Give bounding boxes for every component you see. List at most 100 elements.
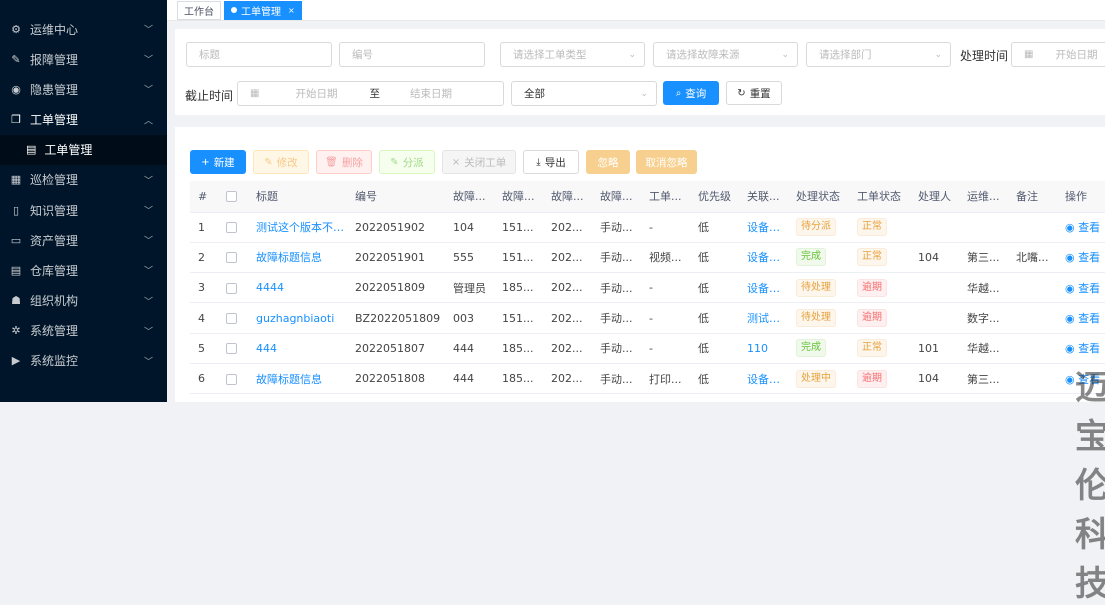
table-row[interactable]: 6 故障标题信息 2022051808 444 185... 202... 手动... 打印.… bbox=[190, 363, 1105, 395]
ops-cell: 华越... bbox=[959, 333, 1008, 364]
related-cell[interactable]: 设备名称1 bbox=[739, 242, 788, 274]
handle-time-label: 处理时间 bbox=[960, 49, 1009, 63]
sidebar-item-8[interactable]: ☗ 组织机构 ﹀ bbox=[0, 286, 167, 316]
sidebar-item-7[interactable]: ▤ 仓库管理 ﹀ bbox=[0, 255, 167, 285]
row-checkbox[interactable] bbox=[226, 222, 237, 234]
title-input[interactable]: 标题 bbox=[186, 42, 332, 67]
select-all-checkbox[interactable] bbox=[226, 191, 237, 203]
table-row[interactable]: 4 guzhagnbiaoti BZ2022051809 003 151... 202..… bbox=[190, 302, 1105, 334]
status-badge: 完成 bbox=[796, 339, 826, 358]
type-select[interactable]: 请选择工单类型 ⌄ bbox=[500, 42, 645, 67]
eye-icon: ◉ bbox=[1065, 221, 1079, 235]
handler-cell bbox=[910, 272, 959, 304]
tab-work-order[interactable]: 工单管理 × bbox=[224, 0, 302, 20]
delete-button[interactable]: 🗑 删除 bbox=[316, 150, 372, 174]
related-cell[interactable]: 测试公司... bbox=[739, 302, 788, 334]
calendar-icon: ▦ bbox=[10, 173, 22, 187]
row-checkbox[interactable] bbox=[226, 282, 237, 294]
sidebar-item-1[interactable]: ✎ 报障管理 ﹀ bbox=[0, 44, 167, 74]
edit-button[interactable]: ✎ 修改 bbox=[253, 150, 309, 174]
gear-icon: ⚙ bbox=[11, 22, 21, 36]
dept-select[interactable]: 请选择部门 ⌄ bbox=[806, 42, 951, 67]
handle-status-cell: 待处理 bbox=[788, 302, 849, 334]
table-row[interactable]: 5 444 2022051807 444 185... 202... 手动... - 低 110 完… bbox=[190, 333, 1105, 364]
close-icon[interactable]: × bbox=[288, 6, 295, 15]
eye-icon: ◉ bbox=[1065, 281, 1079, 295]
close-order-button[interactable]: × 关闭工单 bbox=[442, 150, 516, 174]
row-checkbox[interactable] bbox=[226, 343, 237, 355]
assign-button[interactable]: ✎ 分派 bbox=[379, 150, 435, 174]
action-cell: ◉ 查看 bbox=[1057, 333, 1105, 364]
row-checkbox[interactable] bbox=[226, 313, 237, 325]
fault-cell: 202... bbox=[543, 302, 592, 334]
column-header: 操作 bbox=[1057, 181, 1105, 213]
view-button[interactable]: ◉ 查看 bbox=[1065, 221, 1100, 234]
chevron-up-icon: ︿ bbox=[143, 116, 153, 127]
chevron-down-icon: ﹀ bbox=[143, 55, 153, 66]
title-cell[interactable]: guzhagnbiaoti bbox=[248, 302, 347, 334]
fault-cell: 手动... bbox=[592, 242, 641, 274]
title-cell[interactable]: 444 bbox=[248, 333, 347, 364]
sidebar-subitem-work-order[interactable]: ▤ 工单管理 bbox=[0, 134, 167, 165]
title-cell[interactable]: 故障标题信息 bbox=[248, 363, 347, 395]
edit-icon: ✎ bbox=[264, 156, 273, 168]
query-button[interactable]: ⌕ 查询 bbox=[663, 81, 719, 105]
status-select[interactable]: 全部 ⌄ bbox=[511, 81, 657, 106]
row-checkbox[interactable] bbox=[226, 373, 237, 385]
view-button[interactable]: ◉ 查看 bbox=[1065, 312, 1100, 325]
table-row[interactable]: 1 测试这个版本不可见数2022051902104151...202...手动..… bbox=[190, 212, 1105, 243]
sidebar-item-10[interactable]: ▶ 系统监控 ﹀ bbox=[0, 346, 167, 376]
fault-cell: 202... bbox=[543, 333, 592, 364]
new-button[interactable]: + 新建 bbox=[190, 150, 246, 174]
related-cell[interactable]: 设备名称... bbox=[739, 363, 788, 395]
title-cell[interactable]: 测试这个版本不可见数 bbox=[248, 212, 347, 243]
edit-label: 修改 bbox=[276, 156, 298, 169]
row-index: 6 bbox=[190, 363, 218, 395]
export-button[interactable]: ⤓ 导出 bbox=[523, 150, 579, 174]
related-cell[interactable]: 设备名称... bbox=[739, 272, 788, 304]
related-cell[interactable]: 110 bbox=[739, 333, 788, 364]
column-header: 工单状态 bbox=[849, 181, 910, 213]
source-placeholder: 请选择故障来源 bbox=[666, 49, 740, 61]
ignore-button[interactable]: 忽略 bbox=[586, 150, 630, 174]
column-header: 故障... bbox=[543, 181, 592, 213]
reset-button[interactable]: ↻ 重置 bbox=[726, 81, 782, 105]
status-badge: 正常 bbox=[857, 248, 887, 267]
handler-cell bbox=[910, 302, 959, 334]
handle-time-start[interactable]: ▦ 开始日期 bbox=[1011, 42, 1105, 67]
table-row[interactable]: 3 4444 2022051809 管理员 185... 202... 手动... - 低设备名… bbox=[190, 272, 1105, 304]
tab-workbench[interactable]: 工作台 bbox=[177, 0, 221, 20]
sidebar-subitem-label: 工单管理 bbox=[44, 143, 93, 158]
unignore-button[interactable]: 取消忽略 bbox=[636, 150, 697, 174]
sidebar-item-label: 系统管理 bbox=[30, 324, 79, 339]
handle-status-cell: 处理中 bbox=[788, 363, 849, 395]
row-checkbox-cell bbox=[218, 272, 248, 304]
sidebar-item-6[interactable]: ▭ 资产管理 ﹀ bbox=[0, 225, 167, 255]
row-checkbox[interactable] bbox=[226, 252, 237, 264]
remark-cell bbox=[1008, 272, 1057, 304]
main-content: 工作台 工单管理 × 标题 编号 请选择工单类型 ⌄ 请选择故障来源 ⌄ 请选择部门 ⌄… bbox=[167, 0, 1105, 604]
view-button[interactable]: ◉ 查看 bbox=[1065, 342, 1100, 355]
sidebar-item-0[interactable]: ⚙ 运维中心 ﹀ bbox=[0, 14, 167, 44]
column-header: 处理状态 bbox=[788, 181, 849, 213]
sidebar-item-5[interactable]: ▯ 知识管理 ﹀ bbox=[0, 195, 167, 225]
number-input[interactable]: 编号 bbox=[339, 42, 485, 67]
table-row[interactable]: 2 故障标题信息 2022051901 555 151... 202... 手动... 视频.… bbox=[190, 242, 1105, 274]
title-cell[interactable]: 故障标题信息 bbox=[248, 242, 347, 274]
related-cell[interactable]: 设备名称... bbox=[739, 212, 788, 243]
title-cell[interactable]: 4444 bbox=[248, 272, 347, 304]
sidebar-item-3[interactable]: ❐ 工单管理 ︿ bbox=[0, 105, 167, 135]
to-label: 至 bbox=[369, 88, 380, 100]
order-status-cell: 逾期 bbox=[849, 272, 910, 304]
view-button[interactable]: ◉ 查看 bbox=[1065, 251, 1100, 264]
sidebar-item-9[interactable]: ✲ 系统管理 ﹀ bbox=[0, 316, 167, 346]
sidebar-item-4[interactable]: ▦ 巡检管理 ﹀ bbox=[0, 165, 167, 195]
deadline-range[interactable]: ▦ 开始日期 至 结束日期 bbox=[237, 81, 504, 106]
priority-cell: 低 bbox=[690, 333, 739, 364]
sidebar-item-2[interactable]: ◉ 隐患管理 ﹀ bbox=[0, 74, 167, 104]
source-select[interactable]: 请选择故障来源 ⌄ bbox=[653, 42, 798, 67]
column-header: 运维... bbox=[959, 181, 1008, 213]
fault-cell: 202... bbox=[543, 272, 592, 304]
priority-cell: 低 bbox=[690, 363, 739, 395]
view-button[interactable]: ◉ 查看 bbox=[1065, 282, 1100, 295]
